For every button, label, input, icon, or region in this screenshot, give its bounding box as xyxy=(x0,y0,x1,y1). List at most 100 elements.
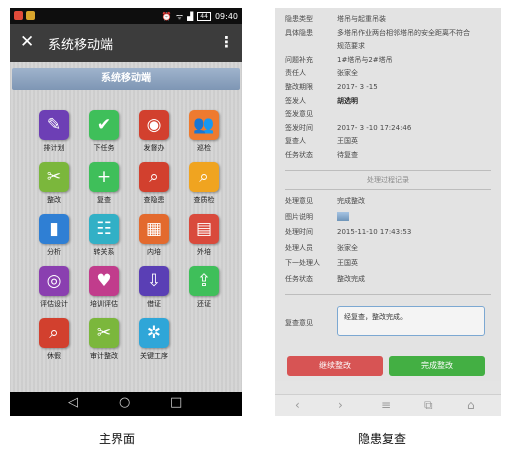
function-icon: ▮ xyxy=(39,214,69,244)
main-content: 系统移动端 ✎ 排计划 ✔ 下任务 ◉ 发督办 👥 巡检 ✂ 整改 + 复查 ⌕ 查隐患 ⌕ 查质检 ▮ 分析 ☷ 转… xyxy=(10,62,242,392)
function-tile[interactable]: ✂ 审计整改 xyxy=(82,318,126,368)
function-tile[interactable]: ✎ 排计划 xyxy=(32,110,76,160)
image-thumbnail[interactable] xyxy=(337,212,349,222)
detail-row: 图片说明 xyxy=(285,212,349,222)
function-label: 排计划 xyxy=(43,144,65,152)
function-icon: + xyxy=(89,162,119,192)
detail-row: 规范要求 xyxy=(285,41,365,51)
function-icon: ☷ xyxy=(89,214,119,244)
function-label: 复查 xyxy=(97,196,111,204)
forward-icon[interactable]: › xyxy=(338,398,343,412)
detail-value: 规范要求 xyxy=(337,42,365,51)
wifi-icon: ᯤ xyxy=(175,12,184,21)
function-icon: ⌕ xyxy=(189,162,219,192)
recent-apps-icon[interactable]: □ xyxy=(170,395,182,410)
detail-row: 隐患类型 塔吊与起重吊装 xyxy=(285,14,386,24)
function-tile[interactable]: ⌕ 休假 xyxy=(32,318,76,368)
function-tile[interactable]: ♥ 培训评估 xyxy=(82,266,126,316)
review-input[interactable]: 经复查，整改完成。 xyxy=(337,306,485,336)
function-tile[interactable]: ▤ 外培 xyxy=(182,214,226,264)
menu-icon[interactable]: ≡ xyxy=(381,398,391,412)
function-tile[interactable]: ⇪ 还证 xyxy=(182,266,226,316)
detail-key: 签发时间 xyxy=(285,123,313,132)
function-icon: ✲ xyxy=(139,318,169,348)
back-icon[interactable]: ‹ xyxy=(295,398,300,412)
tabs-icon[interactable]: ⧉ xyxy=(424,398,433,413)
function-icon: ▦ xyxy=(139,214,169,244)
function-label: 评估设计 xyxy=(40,300,68,308)
function-tile[interactable]: ✔ 下任务 xyxy=(82,110,126,160)
android-nav-bar: ◁ ○ □ xyxy=(10,392,242,416)
continue-rectify-button[interactable]: 继续整改 xyxy=(287,356,383,376)
function-tile[interactable]: ◉ 发督办 xyxy=(132,110,176,160)
detail-row: 任务状态 待复查 xyxy=(285,150,358,160)
home-icon[interactable]: ⌂ xyxy=(467,398,475,412)
notification-icon-2 xyxy=(26,11,35,20)
divider xyxy=(285,294,491,295)
status-bar: ⏰ ᯤ ▟ 44 09:40 xyxy=(10,8,242,24)
function-icon: ✎ xyxy=(39,110,69,140)
detail-row: 具体隐患 多塔吊作业两台相邻塔吊的安全距离不符合 xyxy=(285,28,470,38)
detail-key: 下一处理人 xyxy=(285,259,320,268)
function-label: 审计整改 xyxy=(90,352,118,360)
function-tile[interactable]: ⇩ 借证 xyxy=(132,266,176,316)
function-icon: ⌕ xyxy=(39,318,69,348)
function-label: 下任务 xyxy=(93,144,115,152)
complete-rectify-button[interactable]: 完成整改 xyxy=(389,356,485,376)
alarm-icon: ⏰ xyxy=(161,12,172,21)
back-icon[interactable]: ◁ xyxy=(68,395,78,410)
hazard-detail-content: 隐患类型 塔吊与起重吊装具体隐患 多塔吊作业两台相邻塔吊的安全距离不符合规范要求问题… xyxy=(275,8,501,394)
detail-key: 签发意见 xyxy=(285,110,313,119)
function-label: 休假 xyxy=(47,352,61,360)
function-tile[interactable]: ⌕ 查质检 xyxy=(182,162,226,212)
detail-key: 签发人 xyxy=(285,96,306,105)
detail-row: 整改期限 2017- 3 -15 xyxy=(285,82,378,92)
detail-value: 塔吊与起重吊装 xyxy=(337,15,386,23)
detail-value: 王国英 xyxy=(337,137,358,146)
review-row: 复查意见 xyxy=(285,318,337,328)
divider xyxy=(285,189,491,190)
detail-row: 问题补充 1#塔吊与2#塔吊 xyxy=(285,55,393,65)
function-icon: ⇩ xyxy=(139,266,169,296)
function-icon: ⌕ xyxy=(139,162,169,192)
detail-row: 处理人员 张家全 xyxy=(285,243,358,253)
detail-row: 处理意见 完成整改 xyxy=(285,196,365,206)
detail-key: 具体隐患 xyxy=(285,28,313,37)
detail-key: 整改期限 xyxy=(285,83,313,91)
browser-nav-bar: ‹ › ≡ ⧉ ⌂ xyxy=(275,394,501,416)
detail-key: 处理时间 xyxy=(285,228,313,237)
close-icon[interactable]: ✕ xyxy=(20,32,34,52)
section-title: 处理过程记录 xyxy=(367,176,409,184)
function-tile[interactable]: ◎ 评估设计 xyxy=(32,266,76,316)
detail-value: 整改完成 xyxy=(337,275,365,283)
home-icon[interactable]: ○ xyxy=(119,395,130,410)
function-tile[interactable]: + 复查 xyxy=(82,162,126,212)
notification-icon xyxy=(14,11,23,20)
function-icon: ✂ xyxy=(89,318,119,348)
function-tile[interactable]: ✲ 关键工序 xyxy=(132,318,176,368)
detail-row: 签发人 胡选明 xyxy=(285,96,358,106)
detail-value: 王国英 xyxy=(337,259,358,268)
function-icon: ▤ xyxy=(189,214,219,244)
function-label: 巡检 xyxy=(197,144,211,152)
detail-key: 隐患类型 xyxy=(285,15,313,23)
function-icon: ✔ xyxy=(89,110,119,140)
function-tile[interactable]: ✂ 整改 xyxy=(32,162,76,212)
more-menu-icon[interactable]: ⋮ xyxy=(219,32,234,52)
function-label: 外培 xyxy=(197,248,211,256)
detail-key: 处理意见 xyxy=(285,197,313,205)
function-tile[interactable]: ▦ 内培 xyxy=(132,214,176,264)
function-tile[interactable]: ▮ 分析 xyxy=(32,214,76,264)
function-tile[interactable]: ☷ 转关系 xyxy=(82,214,126,264)
app-bar: ✕ 系统移动端 ⋮ xyxy=(10,24,242,62)
function-label: 查质检 xyxy=(193,196,215,204)
detail-row: 处理时间 2015-11-10 17:43:53 xyxy=(285,227,411,237)
caption-main-screen: 主界面 xyxy=(99,432,136,446)
function-tile[interactable]: 👥 巡检 xyxy=(182,110,226,160)
function-tile[interactable]: ⌕ 查隐患 xyxy=(132,162,176,212)
detail-value: 张家全 xyxy=(337,69,358,78)
detail-value: 胡选明 xyxy=(337,96,358,105)
detail-key: 图片说明 xyxy=(285,212,313,221)
detail-value: 2017- 3 -15 xyxy=(337,83,378,91)
function-label: 发督办 xyxy=(143,144,165,152)
